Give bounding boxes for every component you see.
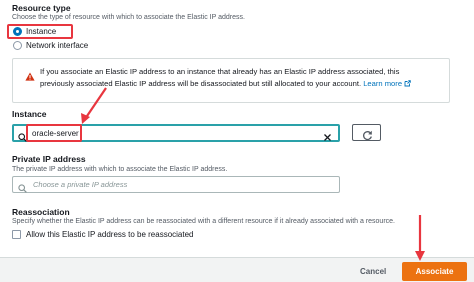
arrow-head-associate bbox=[415, 251, 425, 261]
annotation-arrows bbox=[81, 87, 425, 261]
arrow-to-instance-input bbox=[84, 87, 107, 120]
